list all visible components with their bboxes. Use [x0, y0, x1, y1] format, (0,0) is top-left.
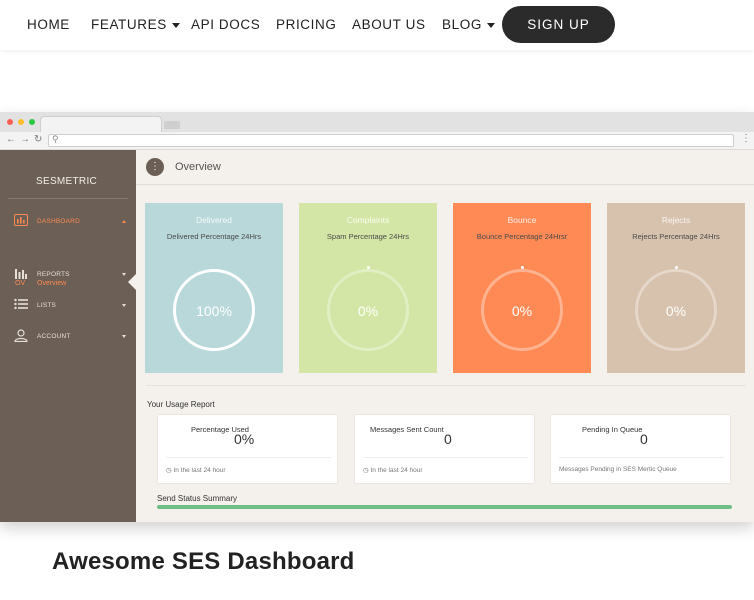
stat-card-value: 0%: [511, 303, 533, 319]
nav-pricing-label: PRICING: [276, 17, 337, 32]
stat-card-subtitle: Delivered Percentage 24Hrs: [166, 232, 262, 241]
user-icon: [14, 329, 28, 345]
list-icon: [14, 298, 28, 313]
usage-card-footer-text: In the last 24 hour: [173, 467, 226, 474]
stat-card-value: 100%: [196, 303, 232, 319]
more-vertical-icon[interactable]: ⋮: [146, 158, 164, 176]
chevron-down-icon: [122, 273, 126, 276]
stat-card-complaints: Complaints Spam Percentage 24Hrs 0%: [299, 203, 437, 373]
chevron-down-icon: [122, 335, 126, 338]
divider: [363, 457, 528, 458]
progress-ring-marker: [367, 266, 370, 269]
usage-card-label: Messages Sent Count: [370, 425, 444, 434]
nav-blog-label: BLOG: [442, 17, 482, 32]
browser-mockup: ← → ↻ ⚲ ⋮ SESMETRIC DASHBOARD OV Overvie…: [0, 112, 754, 522]
divider: [136, 184, 754, 185]
usage-card-footer-text: In the last 24 hour: [370, 467, 423, 474]
stat-card-delivered: Delivered Delivered Percentage 24Hrs 100%: [145, 203, 283, 373]
brand-logo: SESMETRIC: [36, 176, 98, 187]
minimize-window-icon: [18, 119, 24, 125]
stat-card-bounce: Bounce Bounce Percentage 24Hrsr 0%: [453, 203, 591, 373]
browser-toolbar: ← → ↻ ⚲ ⋮: [0, 132, 754, 150]
back-arrow-icon: ←: [6, 134, 16, 145]
sidebar-item-label: ACCOUNT: [37, 333, 71, 340]
sign-up-button[interactable]: SIGN UP: [502, 6, 615, 43]
nav-api-docs-label: API DOCS: [191, 17, 261, 32]
divider: [559, 457, 724, 458]
chevron-down-icon: [122, 304, 126, 307]
nav-api-docs[interactable]: API DOCS: [191, 17, 260, 32]
dashboard-sidebar: SESMETRIC DASHBOARD OV Overview REPORTS: [0, 150, 136, 522]
sidebar-item-dashboard[interactable]: DASHBOARD: [14, 214, 126, 230]
divider: [166, 457, 331, 458]
browser-menu-icon: ⋮: [741, 133, 751, 144]
stat-card-value: 0%: [357, 303, 379, 319]
browser-tab: [40, 116, 162, 132]
nav-blog[interactable]: BLOG: [442, 17, 495, 32]
usage-card-value: 0: [444, 431, 452, 447]
stat-card-rejects: Rejects Rejects Percentage 24Hrs 0%: [607, 203, 745, 373]
usage-card-value: 0%: [234, 431, 255, 447]
usage-card-messages-sent: Messages Sent Count 0 ◷ In the last 24 h…: [354, 414, 535, 484]
nav-home-label: HOME: [27, 17, 70, 32]
clock-icon: ◷: [166, 467, 172, 474]
divider: [8, 198, 128, 199]
new-tab-icon: [164, 121, 180, 129]
sidebar-item-label: LISTS: [37, 302, 57, 309]
nav-home[interactable]: HOME: [27, 17, 70, 32]
stat-card-value: 0%: [665, 303, 687, 319]
dashboard-main: ⋮ Overview Delivered Delivered Percentage…: [136, 150, 754, 522]
usage-card-label: Pending In Queue: [582, 425, 643, 434]
section-heading: Awesome SES Dashboard: [52, 548, 355, 575]
stat-card-title: Rejects: [661, 215, 691, 225]
page-title: Overview: [175, 161, 221, 173]
chevron-down-icon: [486, 22, 495, 28]
maximize-window-icon: [29, 119, 35, 125]
sidebar-item-label: REPORTS: [37, 271, 70, 278]
chevron-down-icon: [171, 22, 180, 28]
nav-features-label: FEATURES: [91, 17, 167, 32]
active-indicator: [128, 274, 136, 290]
usage-card-footer: Messages Pending in SES Mertic Queue: [559, 466, 677, 473]
send-status-title: Send Status Summary: [157, 494, 238, 503]
progress-ring-marker: [675, 266, 678, 269]
chevron-up-icon: [122, 220, 126, 223]
stat-card-subtitle: Spam Percentage 24Hrs: [326, 232, 410, 241]
nav-about-us[interactable]: ABOUT US: [352, 17, 426, 32]
reload-icon: ↻: [34, 134, 43, 145]
nav-about-us-label: ABOUT US: [352, 17, 426, 32]
stat-card-subtitle: Rejects Percentage 24Hrs: [632, 232, 720, 241]
stat-card-subtitle: Bounce Percentage 24Hrsr: [476, 232, 568, 241]
usage-card-footer: ◷ In the last 24 hour: [166, 466, 226, 474]
usage-report-title: Your Usage Report: [147, 400, 215, 409]
nav-pricing[interactable]: PRICING: [276, 17, 336, 32]
search-icon: ⚲: [52, 134, 59, 144]
usage-card-value: 0: [640, 431, 648, 447]
send-status-bar: [157, 505, 732, 509]
close-window-icon: [7, 119, 13, 125]
forward-arrow-icon: →: [20, 134, 30, 145]
usage-card-footer: ◷ In the last 24 hour: [363, 466, 423, 474]
sidebar-item-reports[interactable]: REPORTS: [14, 267, 126, 283]
sidebar-item-label: DASHBOARD: [37, 218, 80, 225]
usage-card-pending-queue: Pending In Queue 0 Messages Pending in S…: [550, 414, 731, 484]
browser-tab-bar: [0, 112, 754, 132]
stat-card-title: Bounce: [507, 215, 537, 225]
reports-icon: [14, 267, 28, 282]
address-bar: ⚲: [48, 134, 734, 147]
stat-card-title: Delivered: [196, 215, 232, 225]
sidebar-item-lists[interactable]: LISTS: [14, 298, 126, 314]
usage-card-percentage-used: Percentage Used 0% ◷ In the last 24 hour: [157, 414, 338, 484]
stat-card-title: Complaints: [346, 215, 390, 225]
clock-icon: ◷: [363, 467, 369, 474]
bar-chart-icon: [14, 214, 28, 229]
sidebar-item-account[interactable]: ACCOUNT: [14, 329, 126, 345]
nav-features[interactable]: FEATURES: [91, 17, 180, 32]
progress-ring-marker: [521, 266, 524, 269]
site-navigation: HOME FEATURES API DOCS PRICING ABOUT US …: [0, 0, 754, 50]
